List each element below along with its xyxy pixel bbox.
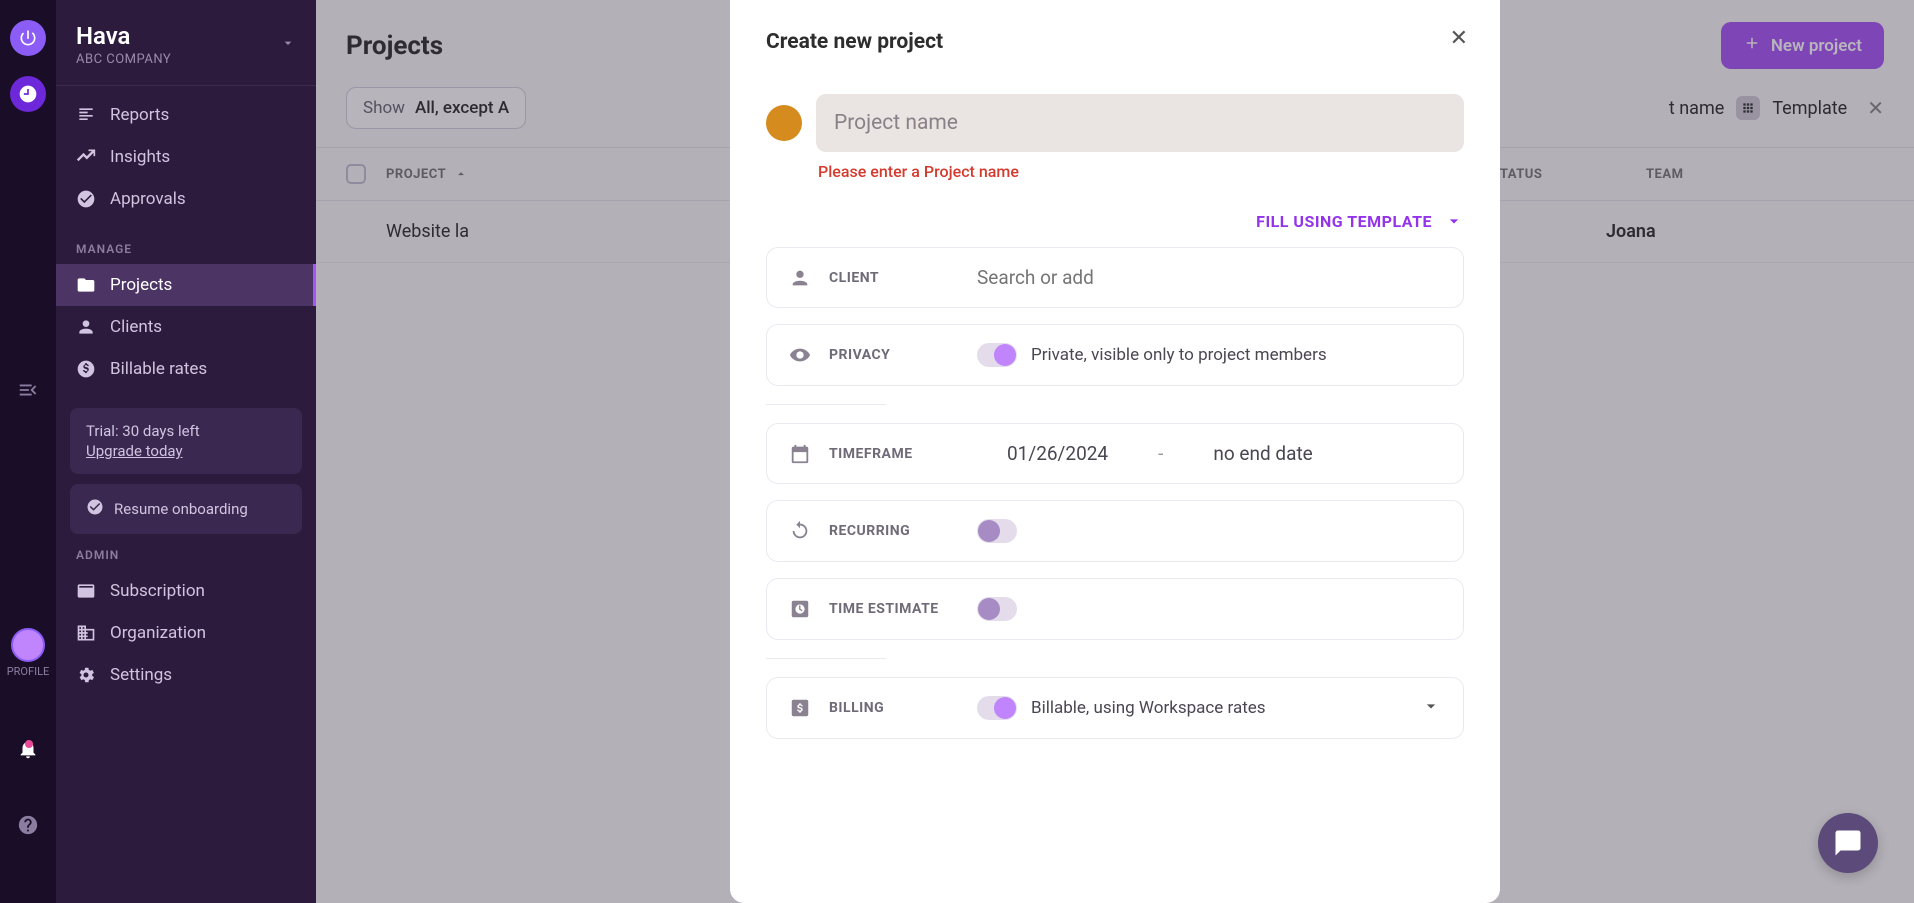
main-content: Projects New project Show All, except A … xyxy=(316,0,1914,903)
fill-using-template[interactable]: FILL USING TEMPLATE xyxy=(766,211,1464,231)
chevron-down-icon xyxy=(1444,211,1464,231)
privacy-text: Private, visible only to project members xyxy=(1031,345,1327,365)
sidebar-item-label: Subscription xyxy=(110,581,205,601)
estimate-section: TIME ESTIMATE xyxy=(766,578,1464,640)
sidebar-item-billable-rates[interactable]: Billable rates xyxy=(56,348,316,390)
help-icon[interactable] xyxy=(17,814,39,840)
sidebar-item-label: Billable rates xyxy=(110,359,207,379)
nav-header-manage: MANAGE xyxy=(56,228,316,264)
reports-icon xyxy=(76,105,96,125)
sidebar-item-label: Organization xyxy=(110,623,206,643)
client-section: CLIENT xyxy=(766,247,1464,308)
sidebar-item-subscription[interactable]: Subscription xyxy=(56,570,316,612)
collapse-sidebar-icon[interactable] xyxy=(10,372,46,408)
power-icon[interactable] xyxy=(10,20,46,56)
eye-icon xyxy=(789,344,811,366)
billing-section: BILLING Billable, using Workspace rates xyxy=(766,677,1464,739)
privacy-toggle[interactable] xyxy=(977,343,1017,367)
modal-close-button[interactable]: ✕ xyxy=(1450,26,1468,51)
sidebar-item-label: Insights xyxy=(110,147,170,167)
timeframe-start[interactable]: 01/26/2024 xyxy=(1007,442,1108,465)
sidebar-item-organization[interactable]: Organization xyxy=(56,612,316,654)
dollar-icon xyxy=(789,697,811,719)
project-name-input[interactable] xyxy=(816,94,1464,152)
project-color-picker[interactable] xyxy=(766,105,802,141)
client-label: CLIENT xyxy=(829,270,959,286)
resume-label: Resume onboarding xyxy=(114,500,248,518)
sidebar-item-label: Clients xyxy=(110,317,162,337)
insights-icon xyxy=(76,147,96,167)
modal-overlay: Create new project ✕ Please enter a Proj… xyxy=(316,0,1914,903)
calendar-icon xyxy=(789,443,811,465)
workspace-name: Hava xyxy=(76,22,171,50)
sidebar-item-reports[interactable]: Reports xyxy=(56,94,316,136)
privacy-label: PRIVACY xyxy=(829,347,959,363)
privacy-section: PRIVACY Private, visible only to project… xyxy=(766,324,1464,386)
fill-template-label: FILL USING TEMPLATE xyxy=(1256,212,1432,231)
chevron-down-icon xyxy=(280,35,296,55)
recurring-icon xyxy=(789,520,811,542)
notifications-icon[interactable] xyxy=(17,738,39,764)
client-icon xyxy=(789,267,811,289)
timeframe-separator: - xyxy=(1158,442,1163,465)
workspace-company: ABC COMPANY xyxy=(76,52,171,67)
timeframe-section: TIMEFRAME 01/26/2024 - no end date xyxy=(766,423,1464,484)
billing-text: Billable, using Workspace rates xyxy=(1031,698,1266,718)
sidebar-item-label: Settings xyxy=(110,665,172,685)
sidebar-item-label: Reports xyxy=(110,105,169,125)
timeframe-end[interactable]: no end date xyxy=(1213,442,1312,465)
estimate-toggle[interactable] xyxy=(977,597,1017,621)
recurring-toggle[interactable] xyxy=(977,519,1017,543)
org-icon xyxy=(76,623,96,643)
modal-title: Create new project xyxy=(766,30,1464,54)
chevron-down-icon[interactable] xyxy=(1421,696,1441,720)
trial-box: Trial: 30 days left Upgrade today xyxy=(70,408,302,474)
check-circle-icon xyxy=(86,498,104,520)
avatar-icon xyxy=(11,628,45,662)
trial-text: Trial: 30 days left xyxy=(86,422,286,440)
create-project-modal: Create new project ✕ Please enter a Proj… xyxy=(730,0,1500,903)
gear-icon xyxy=(76,665,96,685)
recurring-label: RECURRING xyxy=(829,523,959,539)
sidebar-item-settings[interactable]: Settings xyxy=(56,654,316,696)
workspace-switcher[interactable]: Hava ABC COMPANY xyxy=(56,12,316,85)
timeframe-label: TIMEFRAME xyxy=(829,446,959,462)
estimate-label: TIME ESTIMATE xyxy=(829,601,959,617)
clock-square-icon xyxy=(789,598,811,620)
profile-button[interactable]: PROFILE xyxy=(7,628,50,678)
error-message: Please enter a Project name xyxy=(818,162,1464,181)
sidebar: Hava ABC COMPANY Reports Insights Approv… xyxy=(56,0,316,903)
sidebar-item-label: Approvals xyxy=(110,189,186,209)
upgrade-link[interactable]: Upgrade today xyxy=(86,442,183,460)
card-icon xyxy=(76,581,96,601)
approvals-icon xyxy=(76,189,96,209)
billing-toggle[interactable] xyxy=(977,696,1017,720)
folder-icon xyxy=(76,275,96,295)
icon-rail: PROFILE xyxy=(0,0,56,903)
clock-icon[interactable] xyxy=(10,76,46,112)
billing-label: BILLING xyxy=(829,700,959,716)
sidebar-item-projects[interactable]: Projects xyxy=(56,264,316,306)
resume-onboarding[interactable]: Resume onboarding xyxy=(70,484,302,534)
chat-fab[interactable] xyxy=(1818,813,1878,873)
client-search-input[interactable] xyxy=(977,266,1441,289)
sidebar-item-approvals[interactable]: Approvals xyxy=(56,178,316,220)
billable-icon xyxy=(76,359,96,379)
sidebar-item-insights[interactable]: Insights xyxy=(56,136,316,178)
profile-label: PROFILE xyxy=(7,665,50,678)
sidebar-item-clients[interactable]: Clients xyxy=(56,306,316,348)
clients-icon xyxy=(76,317,96,337)
recurring-section: RECURRING xyxy=(766,500,1464,562)
sidebar-item-label: Projects xyxy=(110,275,172,295)
nav-header-admin: ADMIN xyxy=(56,534,316,570)
